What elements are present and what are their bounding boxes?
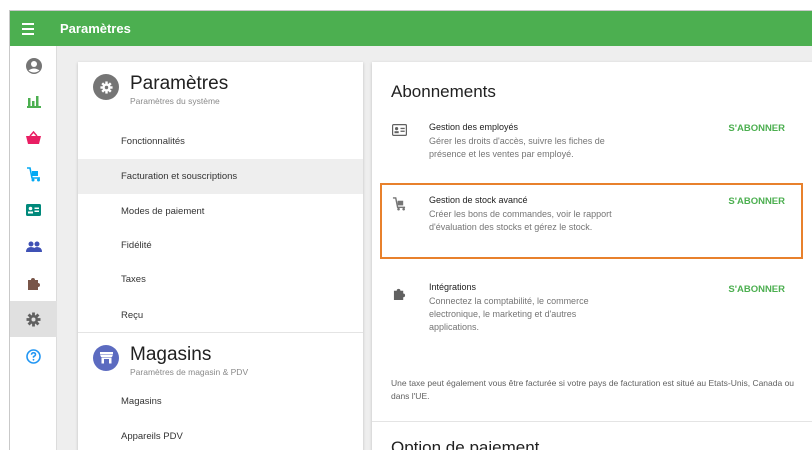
nav-item-payment-methods[interactable]: Modes de paiement: [78, 194, 363, 229]
subscription-description: Créer les bons de commandes, voir le rap…: [429, 209, 612, 232]
payment-option-heading: Option de paiement: [391, 438, 540, 450]
sales-basket-icon: [26, 130, 41, 144]
top-app-bar: Paramètres: [10, 11, 812, 46]
reports-icon: [26, 95, 41, 108]
tax-notice: Une taxe peut également vous être factur…: [391, 378, 795, 401]
stores-section-title: Magasins: [130, 344, 212, 365]
puzzle-icon: [390, 284, 408, 302]
nav-item-features[interactable]: Fonctionnalités: [78, 124, 363, 159]
stores-section-header: Magasins Paramètres de magasin & PDV: [78, 333, 363, 379]
sidebar-item-employees[interactable]: [10, 192, 57, 228]
settings-section-header: Paramètres Paramètres du système: [78, 62, 363, 108]
subscribe-button-employees[interactable]: S'ABONNER: [728, 123, 785, 134]
menu-icon[interactable]: [10, 11, 46, 46]
employees-card-icon: [26, 204, 41, 216]
section-divider: [372, 421, 812, 422]
gear-icon: [93, 74, 119, 100]
store-icon: [93, 345, 119, 371]
subscriptions-heading: Abonnements: [391, 82, 496, 101]
nav-item-stores[interactable]: Magasins: [78, 384, 363, 419]
settings-section-subtitle: Paramètres du système: [130, 96, 220, 106]
help-icon: [26, 348, 41, 364]
sidebar-item-inventory[interactable]: [10, 156, 57, 192]
subscribe-button-integrations[interactable]: S'ABONNER: [728, 284, 785, 295]
account-icon: [25, 58, 42, 74]
nav-item-billing-subscriptions[interactable]: Facturation et souscriptions: [78, 159, 363, 194]
subscription-description: Gérer les droits d'accès, suivre les fic…: [429, 136, 605, 159]
sidebar-item-customers[interactable]: [10, 228, 57, 264]
sidebar-item-sales[interactable]: [10, 119, 57, 155]
id-card-icon: [390, 121, 408, 139]
billing-content-card: Abonnements Gestion des employés Gérer l…: [372, 62, 812, 450]
sidebar: [10, 46, 57, 450]
subscription-description: Connectez la comptabilité, le commerce e…: [429, 296, 589, 332]
inventory-trolley-icon: [27, 166, 40, 181]
settings-section-title: Paramètres: [130, 73, 229, 94]
settings-gear-icon: [26, 312, 41, 326]
sidebar-item-reports[interactable]: [10, 83, 57, 119]
subscription-name: Intégrations: [429, 282, 477, 292]
sidebar-item-help[interactable]: [10, 338, 57, 374]
inventory-trolley-icon: [390, 195, 408, 213]
sidebar-item-account[interactable]: [10, 48, 57, 84]
nav-item-receipt[interactable]: Reçu: [78, 298, 363, 333]
integrations-puzzle-icon: [27, 278, 40, 290]
page-title: Paramètres: [60, 21, 131, 36]
sidebar-item-settings[interactable]: [10, 301, 57, 337]
customers-icon: [25, 241, 42, 252]
subscription-name: Gestion de stock avancé: [429, 195, 528, 205]
subscribe-button-advanced-stock[interactable]: S'ABONNER: [728, 196, 785, 207]
nav-item-loyalty[interactable]: Fidélité: [78, 228, 363, 263]
settings-navigation-card: Paramètres Paramètres du système Fonctio…: [78, 62, 363, 450]
app-window: Paramètres Paramètres Paramètres du syst…: [9, 10, 812, 450]
sidebar-item-integrations[interactable]: [10, 265, 57, 301]
nav-item-taxes[interactable]: Taxes: [78, 262, 363, 297]
subscription-name: Gestion des employés: [429, 122, 519, 132]
stores-section-subtitle: Paramètres de magasin & PDV: [130, 367, 249, 377]
nav-item-pos-devices[interactable]: Appareils PDV: [78, 419, 363, 450]
